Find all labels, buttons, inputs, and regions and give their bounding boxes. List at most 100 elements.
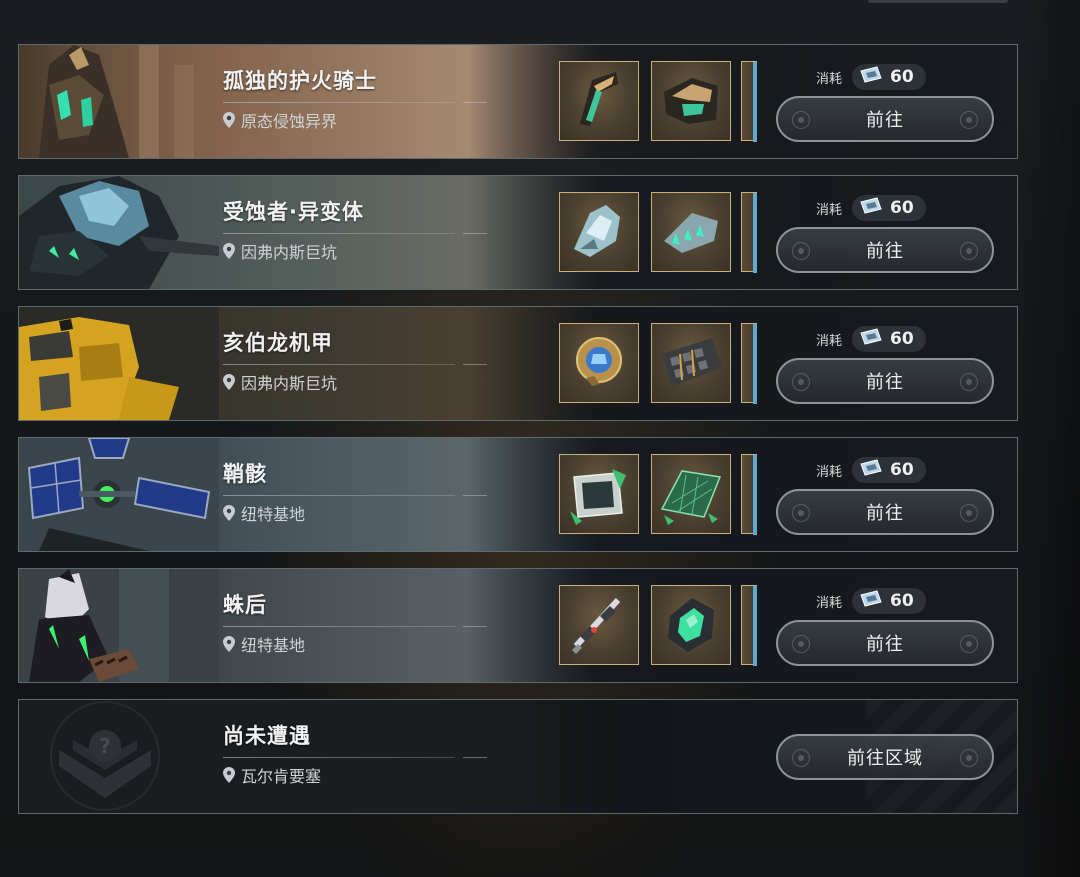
right-edge-shade [1018, 0, 1080, 877]
go-button[interactable]: 前往 [776, 227, 994, 273]
map-pin-icon [223, 374, 235, 390]
boss-name: 受蚀者·异变体 [223, 200, 364, 224]
top-tab-edge [868, 0, 1008, 3]
underline-dash [463, 757, 487, 758]
boss-name: 孤独的护火骑士 [223, 69, 377, 93]
boss-card-2[interactable]: 受蚀者·异变体 因弗内斯巨坑 消耗 60 前往 [18, 175, 1018, 290]
boss-card-1[interactable]: 孤独的护火骑士 原态侵蚀异界 消耗 60 前往 [18, 44, 1018, 159]
name-underline [223, 495, 455, 496]
go-button-label: 前往 [866, 634, 904, 655]
go-button-label: 前往 [866, 241, 904, 262]
cost-label: 消耗 [816, 202, 843, 218]
reward-item-2[interactable] [651, 192, 731, 272]
cost-info: 消耗 60 [816, 64, 926, 90]
boss-location: 纽特基地 [223, 632, 305, 656]
boss-location: 因弗内斯巨坑 [223, 370, 337, 394]
reward-item-1[interactable] [559, 585, 639, 665]
button-dot-left-icon [792, 242, 810, 260]
cost-info: 消耗 60 [816, 588, 926, 614]
reward-item-2[interactable] [651, 454, 731, 534]
cost-value: 60 [890, 460, 914, 480]
reward-item-1[interactable] [559, 192, 639, 272]
cost-label: 消耗 [816, 464, 843, 480]
ticket-icon [858, 197, 884, 219]
reward-item-3-partial[interactable] [741, 585, 757, 666]
cost-value: 60 [890, 329, 914, 349]
map-pin-icon [223, 112, 235, 128]
boss-portrait [19, 45, 219, 158]
cost-value: 60 [890, 198, 914, 218]
reward-item-2[interactable] [651, 585, 731, 665]
boss-location: 因弗内斯巨坑 [223, 239, 337, 263]
underline-dash [463, 626, 487, 627]
boss-portrait [19, 176, 219, 289]
map-pin-icon [223, 505, 235, 521]
reward-item-1[interactable] [559, 61, 639, 141]
reward-item-1[interactable] [559, 454, 639, 534]
boss-name: 蛛后 [223, 593, 267, 617]
go-button[interactable]: 前往 [776, 96, 994, 142]
location-label: 纽特基地 [241, 505, 306, 524]
cost-info: 消耗 60 [816, 326, 926, 352]
reward-item-3-partial[interactable] [741, 192, 757, 273]
boss-location: 纽特基地 [223, 501, 305, 525]
location-label: 瓦尔肯要塞 [241, 767, 322, 786]
boss-portrait [19, 438, 219, 551]
cost-pill: 60 [852, 326, 926, 352]
boss-name: 鞘骸 [223, 462, 267, 486]
ticket-icon [858, 328, 884, 350]
boss-card-4[interactable]: 鞘骸 纽特基地 消耗 60 前往 [18, 437, 1018, 552]
go-button[interactable]: 前往 [776, 489, 994, 535]
name-underline [223, 102, 455, 103]
boss-name: 亥伯龙机甲 [223, 331, 333, 355]
reward-item-3-partial[interactable] [741, 323, 757, 404]
go-to-area-button[interactable]: 前往区域 [776, 734, 994, 780]
map-pin-icon [223, 636, 235, 652]
button-dot-right-icon [960, 373, 978, 391]
cost-pill: 60 [852, 64, 926, 90]
cost-label: 消耗 [816, 333, 843, 349]
go-button[interactable]: 前往 [776, 620, 994, 666]
boss-name: 尚未遭遇 [223, 724, 311, 748]
button-dot-left-icon [792, 373, 810, 391]
cost-pill: 60 [852, 457, 926, 483]
boss-card-3[interactable]: 亥伯龙机甲 因弗内斯巨坑 消耗 60 前往 [18, 306, 1018, 421]
cost-value: 60 [890, 591, 914, 611]
reward-item-2[interactable] [651, 323, 731, 403]
ticket-icon [858, 66, 884, 88]
ticket-icon [858, 459, 884, 481]
map-pin-icon [223, 767, 235, 783]
underline-dash [463, 364, 487, 365]
button-dot-right-icon [960, 749, 978, 767]
button-dot-left-icon [792, 504, 810, 522]
underline-dash [463, 233, 487, 234]
button-dot-right-icon [960, 242, 978, 260]
underline-dash [463, 495, 487, 496]
ticket-icon [858, 590, 884, 612]
boss-location: 原态侵蚀异界 [223, 108, 337, 132]
reward-item-3-partial[interactable] [741, 61, 757, 142]
cost-info: 消耗 60 [816, 195, 926, 221]
go-button-label: 前往 [866, 372, 904, 393]
cost-pill: 60 [852, 195, 926, 221]
cost-pill: 60 [852, 588, 926, 614]
boss-card-unknown[interactable]: ? 尚未遭遇 瓦尔肯要塞 前往区域 [18, 699, 1018, 814]
button-dot-right-icon [960, 111, 978, 129]
boss-card-5[interactable]: 蛛后 纽特基地 消耗 60 前往 [18, 568, 1018, 683]
button-dot-left-icon [792, 111, 810, 129]
reward-item-3-partial[interactable] [741, 454, 757, 535]
go-to-area-label: 前往区域 [847, 748, 923, 769]
boss-portrait [19, 307, 219, 420]
cost-label: 消耗 [816, 595, 843, 611]
locked-boss-emblem-icon: ? [19, 700, 219, 813]
cost-info: 消耗 60 [816, 457, 926, 483]
name-underline [223, 233, 455, 234]
underline-dash [463, 102, 487, 103]
boss-location: 瓦尔肯要塞 [223, 763, 321, 787]
button-dot-right-icon [960, 504, 978, 522]
go-button[interactable]: 前往 [776, 358, 994, 404]
reward-item-2[interactable] [651, 61, 731, 141]
reward-item-1[interactable] [559, 323, 639, 403]
button-dot-left-icon [792, 635, 810, 653]
name-underline [223, 626, 455, 627]
